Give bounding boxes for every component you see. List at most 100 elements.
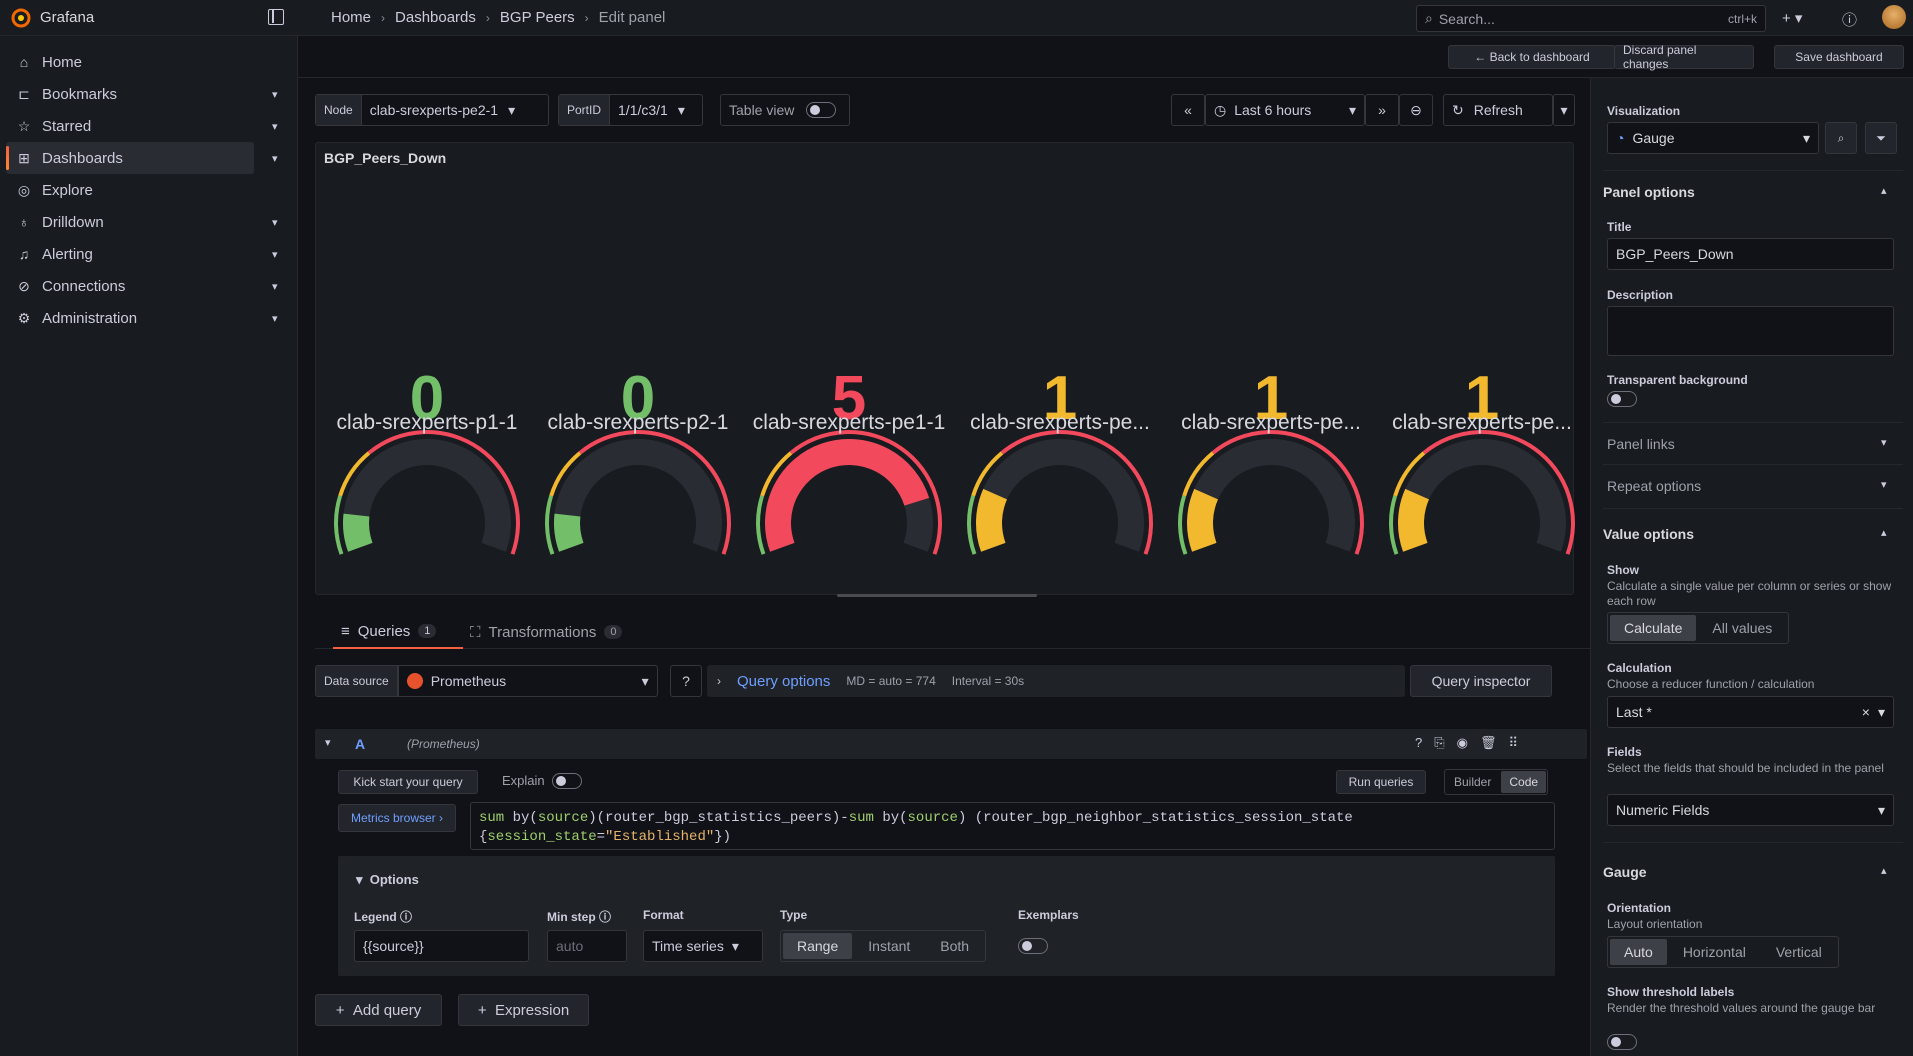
show-all-values[interactable]: All values (1698, 615, 1786, 641)
chevron-down-icon[interactable]: ▾ (272, 312, 278, 325)
time-back-button[interactable]: « (1171, 94, 1205, 126)
transparent-toggle[interactable] (1607, 391, 1637, 407)
back-to-dashboard-button[interactable]: ← Back to dashboard (1448, 45, 1616, 69)
chevron-down-icon[interactable]: ▾ (272, 280, 278, 293)
chevron-up-icon[interactable]: ▴ (1881, 864, 1887, 877)
avatar[interactable] (1882, 5, 1906, 29)
chevron-up-icon[interactable]: ▴ (1881, 526, 1887, 539)
options-toggle[interactable]: ▾ Options (356, 872, 419, 888)
search-options-button[interactable]: ⌕ (1825, 122, 1857, 154)
add-query-button[interactable]: + Add query (315, 994, 442, 1026)
metrics-browser-button[interactable]: Metrics browser › (338, 804, 456, 832)
chevron-down-icon[interactable]: ▾ (272, 248, 278, 261)
breadcrumb-bgp-peers[interactable]: BGP Peers (500, 9, 575, 26)
chevron-down-icon[interactable]: ▾ (272, 216, 278, 229)
title-input[interactable]: BGP_Peers_Down (1607, 238, 1894, 270)
refresh-button[interactable]: ↻ Refresh (1443, 94, 1553, 126)
add-expression-button[interactable]: + Expression (458, 994, 589, 1026)
gauge-track (554, 439, 722, 552)
chevron-down-icon[interactable]: ▾ (272, 152, 278, 165)
orientation-auto[interactable]: Auto (1610, 939, 1667, 965)
discard-changes-button[interactable]: Discard panel changes (1614, 43, 1754, 71)
gauge-panel[interactable]: BGP_Peers_Down 0 clab-srexperts-p1-1 0 clab… (315, 142, 1575, 595)
time-range-picker[interactable]: ◷ Last 6 hours ▾ (1205, 94, 1365, 126)
repeat-options-header[interactable]: Repeat options (1607, 478, 1701, 494)
resize-handle[interactable] (837, 594, 1037, 597)
type-range[interactable]: Range (783, 933, 853, 959)
clear-icon[interactable]: × (1862, 704, 1870, 720)
dock-menu-icon[interactable] (268, 9, 284, 25)
visualization-picker[interactable]: ◔ Gauge ▾ (1607, 122, 1819, 154)
sidebar-item-alerting[interactable]: ♫ Alerting (6, 238, 254, 270)
refresh-interval-dropdown[interactable]: ▾ (1553, 94, 1575, 126)
orientation-radio-group[interactable]: Auto Horizontal Vertical (1607, 936, 1839, 968)
explain-toggle[interactable] (552, 773, 582, 789)
type-both[interactable]: Both (926, 933, 983, 959)
sidebar-item-starred[interactable]: ☆ Starred (6, 110, 254, 142)
kick-start-button[interactable]: Kick start your query (338, 770, 478, 794)
datasource-help-button[interactable]: ? (670, 665, 702, 697)
grafana-logo-icon[interactable] (10, 7, 32, 29)
value-options-header[interactable]: Value options (1603, 526, 1694, 542)
threshold-labels-toggle[interactable] (1607, 1034, 1637, 1050)
help-icon[interactable]: ⓘ (1842, 9, 1857, 30)
chevron-down-icon[interactable]: ▾ (1881, 478, 1887, 491)
sidebar-item-home[interactable]: ⌂ Home (6, 46, 254, 78)
breadcrumb-dashboards[interactable]: Dashboards (395, 9, 476, 26)
query-actions-icons[interactable]: ?⎘◉🗑⠿ (1415, 735, 1530, 751)
description-input[interactable] (1607, 306, 1894, 356)
sidebar-item-connections[interactable]: ⊘ Connections (6, 270, 254, 302)
chevron-down-icon[interactable]: ▾ (272, 88, 278, 101)
sidebar-item-drilldown[interactable]: ♁ Drilldown (6, 206, 254, 238)
datasource-picker[interactable]: Prometheus ▾ (397, 665, 658, 697)
new-plus-icon[interactable]: + ▾ (1782, 9, 1802, 27)
collapse-chevron-icon[interactable]: ▾ (325, 736, 331, 749)
show-radio-group[interactable]: Calculate All values (1607, 612, 1790, 644)
sidebar-item-bookmarks[interactable]: ⊏ Bookmarks (6, 78, 254, 110)
orientation-horizontal[interactable]: Horizontal (1669, 939, 1760, 965)
tab-queries[interactable]: ≡ Queries 1 (333, 615, 463, 649)
exemplars-label: Exemplars (1018, 908, 1079, 922)
sidebar-item-explore[interactable]: ◎ Explore (6, 174, 254, 206)
query-options-bar[interactable]: › Query options MD = auto = 774 Interval… (707, 665, 1405, 697)
legend-input[interactable]: {{source}} (354, 930, 529, 962)
zoom-out-button[interactable]: ⊖ (1399, 94, 1433, 126)
format-select[interactable]: Time series ▾ (643, 930, 763, 962)
orientation-vertical[interactable]: Vertical (1762, 939, 1836, 965)
panel-options-header[interactable]: Panel options (1603, 184, 1695, 200)
chevron-down-icon[interactable]: ▾ (272, 120, 278, 133)
chevron-up-icon[interactable]: ▴ (1881, 184, 1887, 197)
query-code-editor[interactable]: sum by(source)(router_bgp_statistics_pee… (470, 802, 1555, 850)
sidebar-item-dashboards[interactable]: ⊞ Dashboards (6, 142, 254, 174)
tab-transformations[interactable]: ⛶ Transformations 0 (470, 615, 623, 649)
editor-mode-toggle[interactable]: Builder Code (1444, 769, 1549, 795)
node-variable[interactable]: Node clab-srexperts-pe2-1 ▾ (315, 94, 549, 126)
min-step-input[interactable]: auto (547, 930, 627, 962)
help-icon: ? (682, 673, 690, 689)
query-inspector-button[interactable]: Query inspector (1410, 665, 1552, 697)
query-ref-id[interactable]: A (355, 736, 365, 752)
panel-links-header[interactable]: Panel links (1607, 436, 1675, 452)
calculation-label: Calculation (1607, 661, 1672, 675)
exemplars-toggle[interactable] (1018, 938, 1048, 954)
run-queries-button[interactable]: Run queries (1336, 770, 1426, 794)
search-input[interactable]: ⌕ Search... ctrl+k (1416, 5, 1766, 32)
breadcrumb-home[interactable]: Home (331, 9, 371, 26)
type-instant[interactable]: Instant (854, 933, 924, 959)
query-options-label: Query options (737, 672, 831, 690)
chevron-down-icon[interactable]: ▾ (1881, 436, 1887, 449)
save-dashboard-button[interactable]: Save dashboard (1774, 45, 1904, 69)
table-view-toggle[interactable]: Table view (720, 94, 850, 126)
fields-select[interactable]: Numeric Fields ▾ (1607, 794, 1894, 826)
time-forward-button[interactable]: » (1365, 94, 1399, 126)
sidebar-item-administration[interactable]: ⚙ Administration (6, 302, 254, 334)
calculation-select[interactable]: Last * × ▾ (1607, 696, 1894, 728)
portid-variable[interactable]: PortID 1/1/c3/1 ▾ (558, 94, 703, 126)
code-mode[interactable]: Code (1501, 771, 1547, 793)
show-calculate[interactable]: Calculate (1610, 615, 1697, 641)
gauge-options-header[interactable]: Gauge (1603, 864, 1647, 880)
toggle-switch[interactable] (806, 102, 837, 118)
type-radio-group[interactable]: Range Instant Both (780, 930, 987, 962)
builder-mode[interactable]: Builder (1446, 771, 1499, 793)
filter-options-button[interactable]: ⏷ (1865, 122, 1897, 154)
